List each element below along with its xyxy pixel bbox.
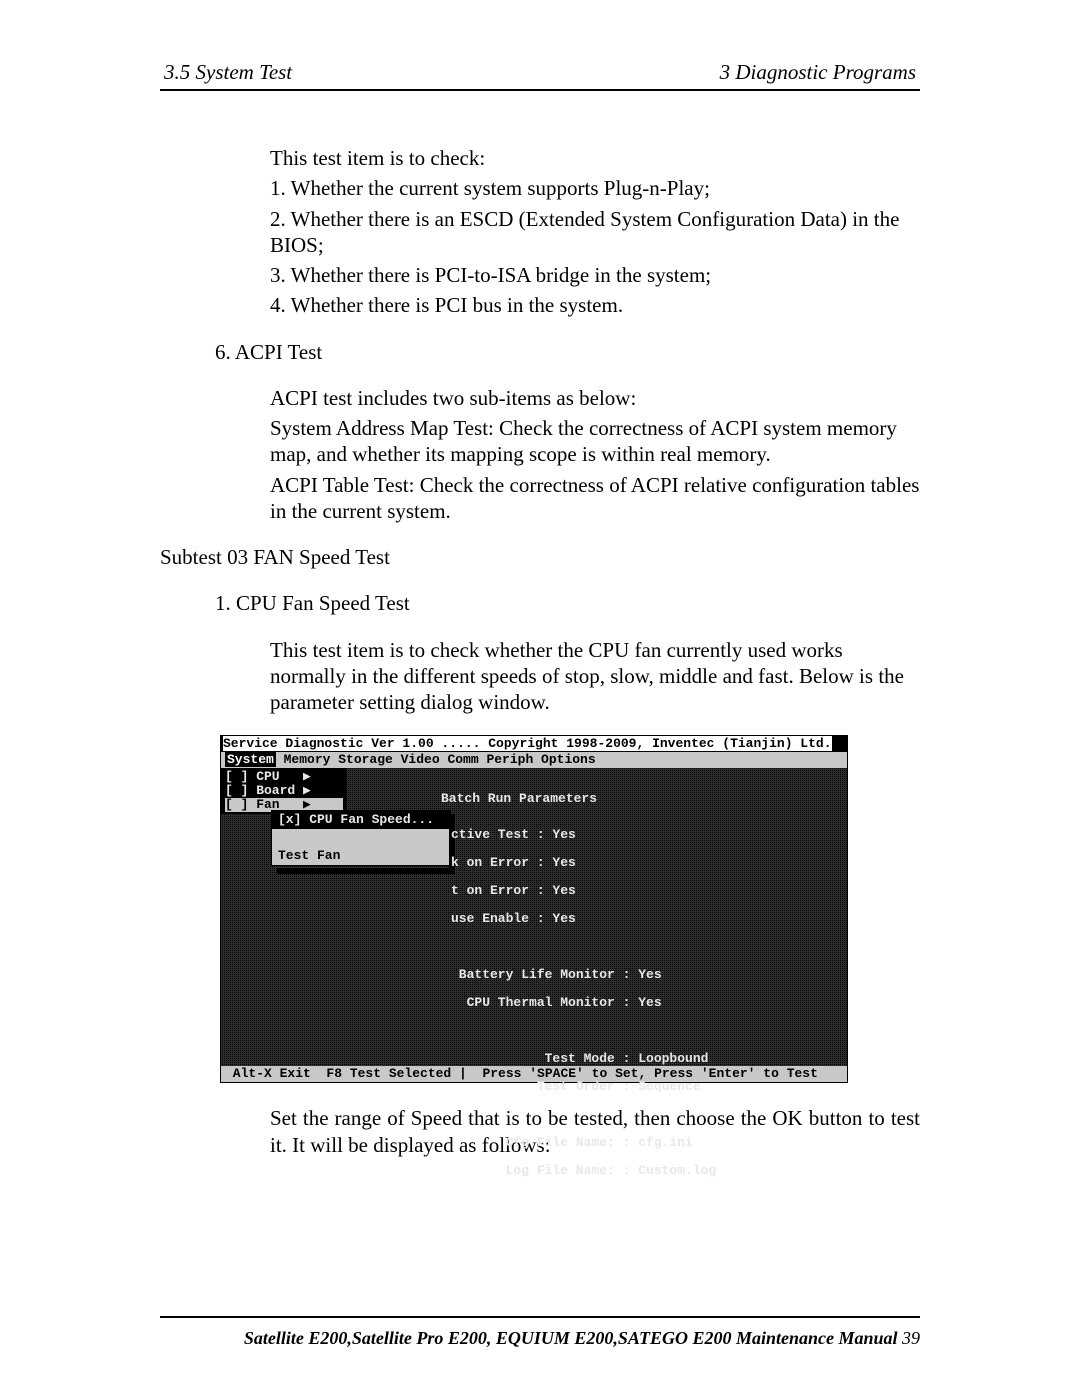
panel-line: Cfg File Name: : cfg.ini (451, 1135, 693, 1150)
panel-title: Batch Run Parameters (441, 792, 597, 806)
panel-line: Log File Name: : Custom.log (451, 1163, 716, 1178)
page-number: 39 (898, 1328, 921, 1348)
submenu-shadow (277, 868, 455, 874)
terminal-screenshot: Service Diagnostic Ver 1.00 ..... Copyri… (220, 735, 846, 1083)
panel-body: ctive Test : Yes k on Error : Yes t on E… (451, 814, 716, 1192)
fan-submenu: [x] CPU Fan Speed... Test Fan (271, 810, 451, 866)
pnp-check-block: This test item is to check: 1. Whether t… (270, 145, 920, 319)
terminal-title: Service Diagnostic Ver 1.00 ..... Copyri… (221, 736, 847, 752)
submenu-test-fan[interactable]: Test Fan (272, 847, 450, 865)
acpi-body: ACPI test includes two sub-items as belo… (270, 385, 920, 524)
footer-text: Satellite E200,Satellite Pro E200, EQUIU… (160, 1328, 920, 1349)
header-right: 3 Diagnostic Programs (720, 60, 916, 85)
arrow-icon: ▶ (303, 783, 311, 798)
page-footer: Satellite E200,Satellite Pro E200, EQUIU… (160, 1316, 920, 1349)
panel-line: Test Mode : Loopbound (451, 1051, 708, 1066)
subtest-heading: Subtest 03 FAN Speed Test (160, 544, 920, 570)
check-1: 1. Whether the current system supports P… (270, 175, 920, 201)
panel-line: CPU Thermal Monitor : Yes (451, 995, 662, 1010)
panel-line: ctive Test : Yes (451, 827, 576, 842)
check-2: 2. Whether there is an ESCD (Extended Sy… (270, 206, 920, 259)
terminal-main: [ ] CPU ▶ [ ] Board ▶ [ ] Fan ▶ Batch Ru… (221, 768, 847, 1066)
panel-line: Test Order : Sequence (451, 1079, 701, 1094)
panel-line: t on Error : Yes (451, 883, 576, 898)
acpi-l1: ACPI test includes two sub-items as belo… (270, 385, 920, 411)
fan-body: This test item is to check whether the C… (270, 637, 920, 716)
title-text: Service Diagnostic Ver 1.00 ..... Copyri… (223, 736, 832, 751)
page: 3.5 System Test 3 Diagnostic Programs Th… (0, 0, 1080, 1397)
panel-line: use Enable : Yes (451, 911, 576, 926)
dos-terminal: Service Diagnostic Ver 1.00 ..... Copyri… (220, 735, 848, 1083)
left-menu-board[interactable]: [ ] Board ▶ (225, 784, 343, 798)
panel-line: k on Error : Yes (451, 855, 576, 870)
acpi-l2: System Address Map Test: Check the corre… (270, 415, 920, 468)
left-menu: [ ] CPU ▶ [ ] Board ▶ [ ] Fan ▶ (221, 768, 347, 814)
submenu-blank (272, 829, 450, 847)
intro-line: This test item is to check: (270, 145, 920, 171)
body: This test item is to check: 1. Whether t… (160, 145, 920, 1158)
submenu-cpu-fan-speed[interactable]: [x] CPU Fan Speed... (272, 811, 450, 829)
terminal-menubar: System Memory Storage Video Comm Periph … (221, 752, 847, 768)
fan-heading: 1. CPU Fan Speed Test (215, 590, 920, 616)
acpi-l3: ACPI Table Test: Check the correctness o… (270, 472, 920, 525)
arrow-icon: ▶ (303, 769, 311, 784)
header-left: 3.5 System Test (164, 60, 292, 85)
acpi-heading: 6. ACPI Test (215, 339, 920, 365)
check-3: 3. Whether there is PCI-to-ISA bridge in… (270, 262, 920, 288)
menu-system[interactable]: System (225, 752, 276, 767)
menu-rest[interactable]: Memory Storage Video Comm Periph Options (276, 752, 596, 767)
check-4: 4. Whether there is PCI bus in the syste… (270, 292, 920, 318)
running-header: 3.5 System Test 3 Diagnostic Programs (160, 60, 920, 91)
left-menu-cpu[interactable]: [ ] CPU ▶ (225, 770, 343, 784)
footer-book: Satellite E200,Satellite Pro E200, EQUIU… (244, 1328, 898, 1348)
panel-line: Battery Life Monitor : Yes (451, 967, 662, 982)
footer-rule (160, 1316, 920, 1318)
